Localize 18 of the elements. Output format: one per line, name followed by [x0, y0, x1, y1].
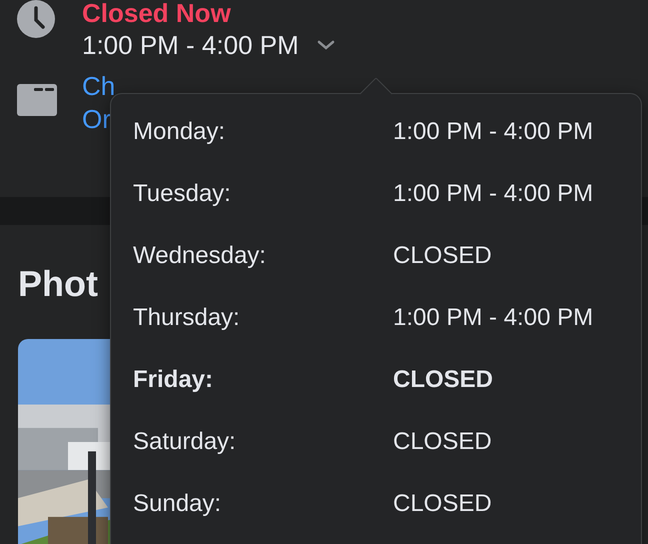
day-label: Monday:: [133, 117, 226, 147]
hours-value: 1:00 PM - 4:00 PM: [393, 179, 594, 209]
hours-value: CLOSED: [393, 241, 492, 271]
day-label: Thursday:: [133, 303, 241, 333]
day-label: Sunday:: [133, 489, 222, 519]
day-label: Friday:: [133, 365, 214, 395]
hours-value: CLOSED: [393, 365, 494, 395]
status-text: Closed Now: [82, 0, 232, 27]
hours-value: 1:00 PM - 4:00 PM: [393, 117, 594, 147]
section-title: Phot: [18, 263, 99, 305]
day-label: Wednesday:: [133, 241, 267, 271]
day-label: Tuesday:: [133, 179, 232, 209]
hours-value: 1:00 PM - 4:00 PM: [393, 303, 594, 333]
day-label: Saturday:: [133, 427, 237, 457]
hours-value: CLOSED: [393, 489, 492, 519]
folder-icon: [17, 84, 57, 116]
hours-value: CLOSED: [393, 427, 492, 457]
hours-dropdown[interactable]: 1:00 PM - 4:00 PM: [82, 28, 335, 62]
